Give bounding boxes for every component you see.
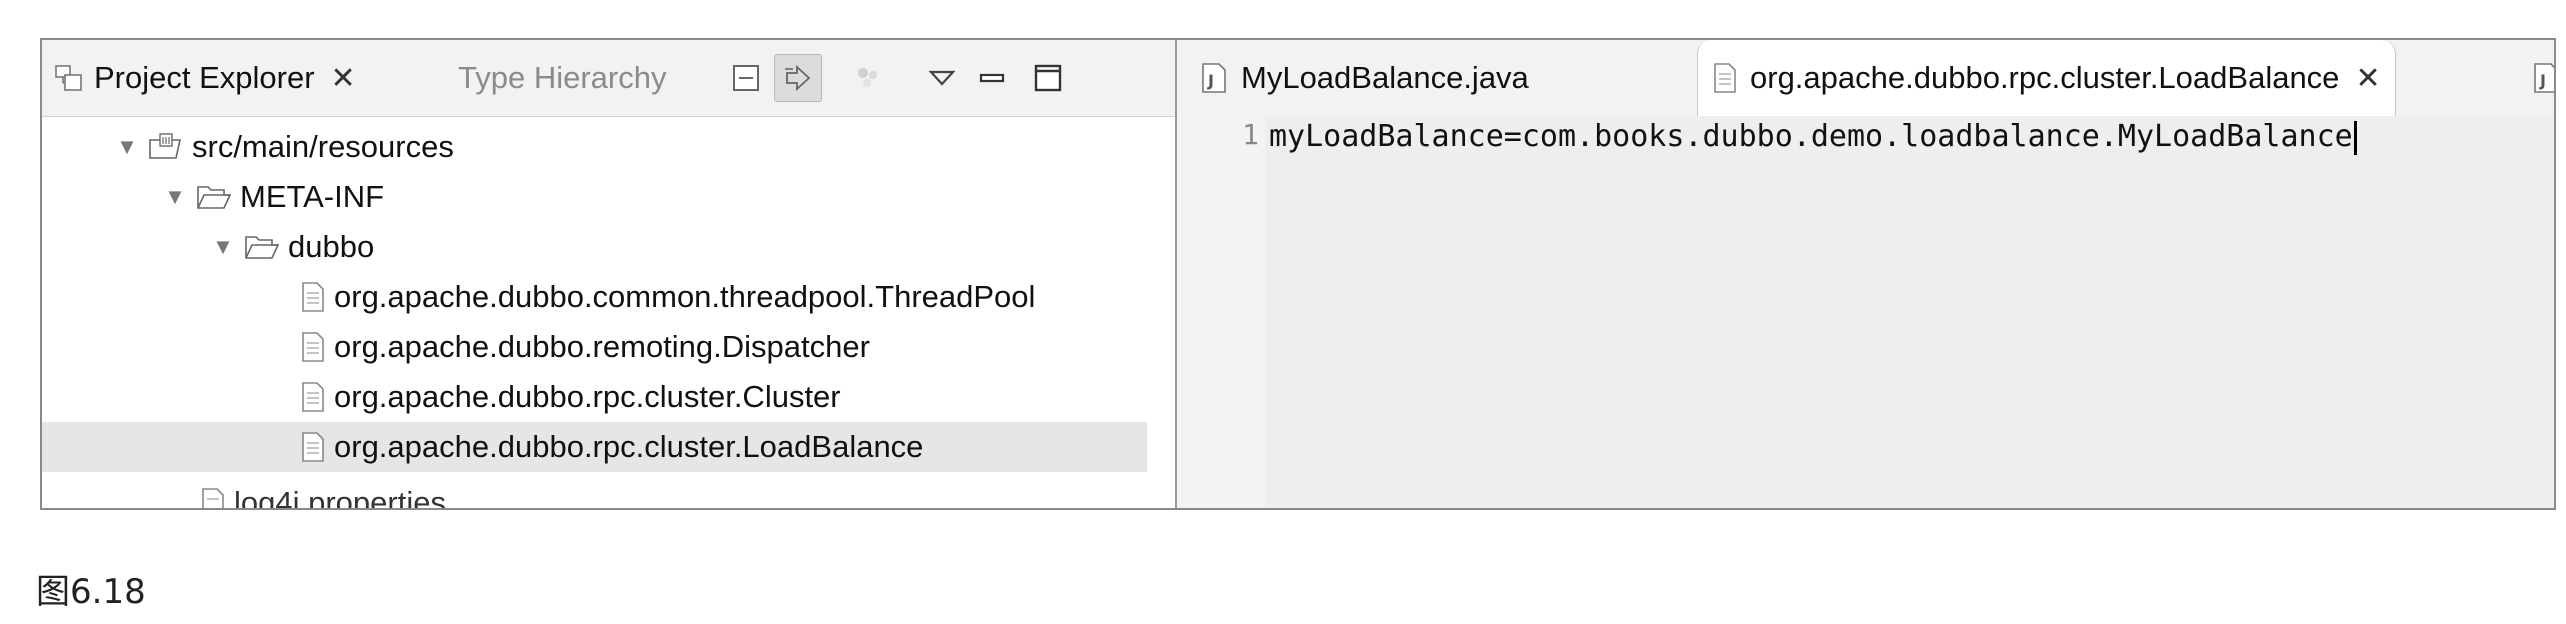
line-number-gutter: 1 [1177,116,1266,508]
tree-item-label: META-INF [240,179,385,214]
project-tree: ▼ src/main/resources ▼ META-INF ▼ dubbo … [42,116,1175,508]
focus-icon[interactable] [844,54,892,102]
tree-item-label: org.apache.dubbo.rpc.cluster.Cluster [334,379,841,414]
tab-project-explorer-label: Project Explorer [94,60,315,95]
tab-type-hierarchy[interactable]: Type Hierarchy [458,40,666,116]
tree-item-loadbalance[interactable]: org.apache.dubbo.rpc.cluster.LoadBalance [42,422,1147,472]
tab-label: org.apache.dubbo.rpc.cluster.LoadBalance [1750,60,2340,95]
tree-item-dispatcher[interactable]: org.apache.dubbo.remoting.Dispatcher [42,322,1175,372]
expanded-arrow-icon[interactable]: ▼ [160,184,190,210]
tree-item-threadpool[interactable]: org.apache.dubbo.common.threadpool.Threa… [42,272,1175,322]
text-file-icon [1712,62,1738,94]
view-menu-icon[interactable] [918,54,966,102]
java-file-icon: J [2531,62,2554,94]
tree-item-dubbo[interactable]: ▼ dubbo [42,222,1175,272]
text-caret [2353,120,2357,155]
tab-project-explorer[interactable]: Project Explorer ✕ [54,40,356,116]
svg-text:J: J [1207,71,1214,90]
tree-item-label: src/main/resources [192,129,454,164]
maximize-icon[interactable] [1024,54,1072,102]
svg-text:J: J [2539,71,2546,90]
tab-overflow-java[interactable]: J [2531,40,2554,116]
tree-item-meta-inf[interactable]: ▼ META-INF [42,172,1175,222]
editor-body[interactable]: 1 myLoadBalance=com.books.dubbo.demo.loa… [1177,116,2554,508]
expanded-arrow-icon[interactable]: ▼ [112,134,142,160]
close-icon[interactable]: ✕ [2355,61,2380,96]
code-text: myLoadBalance=com.books.dubbo.demo.loadb… [1269,119,2353,154]
tab-myloadbalance-java[interactable]: J MyLoadBalance.java [1199,40,1529,116]
project-explorer-icon [54,63,84,93]
collapse-all-icon[interactable] [722,54,770,102]
java-file-icon: J [1199,62,1229,94]
minimize-icon[interactable] [968,54,1016,102]
tab-loadbalance[interactable]: org.apache.dubbo.rpc.cluster.LoadBalance… [1697,40,2396,116]
figure-caption: 图6.18 [36,572,146,612]
close-icon[interactable]: ✕ [331,61,356,96]
editor-tabbar: J MyLoadBalance.java org.apache.dubbo.rp… [1177,40,2554,117]
tree-item-src-main-resources[interactable]: ▼ src/main/resources [42,122,1175,172]
tab-type-hierarchy-label: Type Hierarchy [458,60,667,95]
file-icon [300,281,326,313]
expanded-arrow-icon[interactable]: ▼ [208,234,238,260]
file-icon [300,431,326,463]
tree-item-label: dubbo [288,229,375,264]
line-number: 1 [1242,118,1259,151]
tree-item-label: org.apache.dubbo.common.threadpool.Threa… [334,279,1036,314]
tree-item-label: log4j.properties [234,485,446,510]
tree-item-cluster[interactable]: org.apache.dubbo.rpc.cluster.Cluster [42,372,1175,422]
project-explorer-panel: Project Explorer ✕ Type Hierarchy ▼ src/… [42,40,1177,508]
file-icon [300,381,326,413]
ide-screenshot: Project Explorer ✕ Type Hierarchy ▼ src/… [40,38,2556,510]
source-folder-icon [148,132,184,162]
file-icon [300,331,326,363]
folder-icon [196,183,232,211]
view-tabbar: Project Explorer ✕ Type Hierarchy [42,40,1175,117]
folder-icon [244,233,280,261]
link-with-editor-icon[interactable] [774,54,822,102]
view-toolbar [722,54,1072,102]
code-area[interactable]: myLoadBalance=com.books.dubbo.demo.loadb… [1265,116,2554,508]
tree-item-log4j[interactable]: log4j.properties [42,478,1175,510]
tab-label: MyLoadBalance.java [1241,60,1529,95]
tree-item-label: org.apache.dubbo.rpc.cluster.LoadBalance [334,429,924,464]
file-icon [200,487,226,508]
tree-item-label: org.apache.dubbo.remoting.Dispatcher [334,329,870,364]
editor-panel: J MyLoadBalance.java org.apache.dubbo.rp… [1177,40,2554,508]
code-line[interactable]: myLoadBalance=com.books.dubbo.demo.loadb… [1269,116,2357,158]
